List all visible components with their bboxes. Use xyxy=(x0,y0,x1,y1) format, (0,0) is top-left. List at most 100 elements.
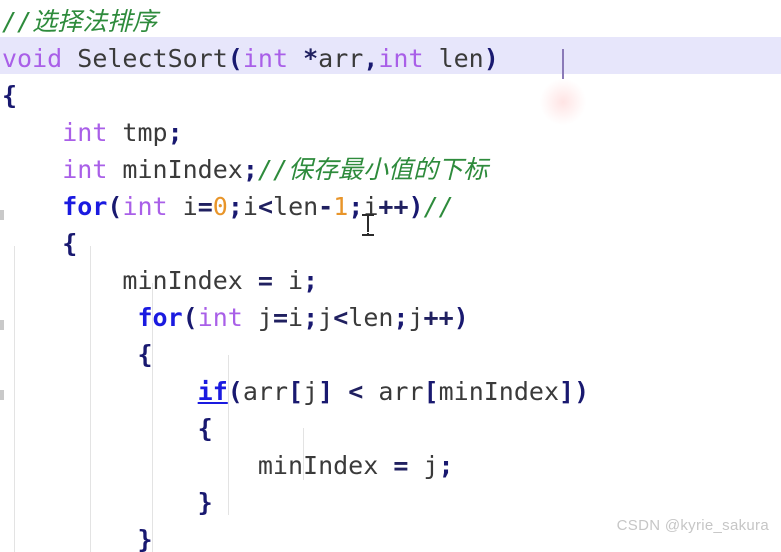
token-punct: ( xyxy=(227,377,243,406)
token-plain: j xyxy=(408,303,424,332)
code-line[interactable]: int minIndex;//保存最小值的下标 xyxy=(0,148,781,185)
token-plain: minIndex xyxy=(107,155,243,184)
token-plain: j xyxy=(303,377,319,406)
token-plain: j xyxy=(408,451,439,480)
token-op: = xyxy=(197,192,213,221)
code-line-text: minIndex = j; xyxy=(2,444,454,484)
token-punct: ] xyxy=(559,377,575,406)
code-line[interactable]: minIndex = j; xyxy=(0,444,781,481)
token-punct: ) xyxy=(574,377,590,406)
token-op: = xyxy=(393,451,409,480)
token-brace: { xyxy=(62,229,78,258)
code-line-text: { xyxy=(2,407,213,447)
code-line-text: for(int j=i;j<len;j++) xyxy=(2,296,469,336)
code-line[interactable]: for(int j=i;j<len;j++) xyxy=(0,296,781,333)
code-editor[interactable]: //选择法排序 void SelectSort(int *arr,int len)… xyxy=(0,0,781,552)
token-plain: i xyxy=(167,192,198,221)
token-punct: ( xyxy=(107,192,123,221)
token-brace: } xyxy=(137,525,153,552)
token-type: int xyxy=(62,155,108,184)
token-kw-u: if xyxy=(197,377,228,406)
token-punct: [ xyxy=(423,377,439,406)
code-line[interactable]: if(arr[j] < arr[minIndex]) xyxy=(0,370,781,407)
token-op: * xyxy=(303,44,319,73)
code-line[interactable]: { xyxy=(0,222,781,259)
token-punct: ] xyxy=(318,377,334,406)
token-plain: SelectSort xyxy=(62,44,228,73)
token-punct: ) xyxy=(408,192,424,221)
token-plain: minIndex xyxy=(438,377,560,406)
token-op: < xyxy=(348,377,364,406)
token-punct: ) xyxy=(453,303,469,332)
token-type: int xyxy=(378,44,424,73)
token-comment: // xyxy=(423,192,454,221)
code-line-text: for(int i=0;i<len-1;i++)// xyxy=(2,185,454,225)
text-caret xyxy=(562,49,564,79)
token-plain: arr xyxy=(318,44,364,73)
code-line[interactable]: { xyxy=(0,333,781,370)
token-plain: arr xyxy=(242,377,288,406)
token-punct: [ xyxy=(288,377,304,406)
token-punct: ( xyxy=(182,303,198,332)
code-line[interactable]: int tmp; xyxy=(0,111,781,148)
token-plain: i xyxy=(272,266,304,295)
token-num: 0 xyxy=(212,192,228,221)
code-line-text: { xyxy=(2,333,152,373)
token-num: 1 xyxy=(333,192,349,221)
token-punct: ; xyxy=(303,303,319,332)
token-kw: for xyxy=(62,192,108,221)
token-op: = xyxy=(272,303,289,332)
token-punct: ; xyxy=(303,266,319,295)
token-op: ++ xyxy=(423,303,454,332)
code-line[interactable]: minIndex = i; xyxy=(0,259,781,296)
token-op: < xyxy=(257,192,274,221)
code-line[interactable]: { xyxy=(0,74,781,111)
token-plain: arr xyxy=(363,377,424,406)
code-line-text: //选择法排序 xyxy=(2,0,157,40)
editor-gutter[interactable] xyxy=(0,0,4,552)
token-brace: { xyxy=(2,81,18,110)
token-punct: ; xyxy=(393,303,409,332)
code-content[interactable]: //选择法排序 void SelectSort(int *arr,int len)… xyxy=(0,0,781,552)
code-line[interactable]: { xyxy=(0,407,781,444)
code-line-text: { xyxy=(2,222,77,262)
token-type: int xyxy=(197,303,243,332)
code-line[interactable]: void SelectSort(int *arr,int len) xyxy=(0,37,781,74)
code-line-text: if(arr[j] < arr[minIndex]) xyxy=(2,370,589,410)
code-line-text: } xyxy=(2,481,213,521)
code-line-text: int tmp; xyxy=(2,111,182,151)
token-punct: ; xyxy=(227,192,243,221)
token-plain: j xyxy=(242,303,273,332)
gutter-change-mark xyxy=(0,210,4,220)
token-plain: minIndex xyxy=(2,451,394,480)
token-brace: { xyxy=(197,414,213,443)
gutter-change-mark xyxy=(0,390,4,400)
code-line-text: } xyxy=(2,518,153,552)
token-type: int xyxy=(242,44,289,73)
token-plain: j xyxy=(318,303,334,332)
code-line-text: void SelectSort(int *arr,int len) xyxy=(2,37,499,77)
mouse-ibeam-cursor xyxy=(362,212,374,238)
token-plain: minIndex xyxy=(2,266,258,295)
code-line-text: minIndex = i; xyxy=(2,259,318,299)
code-line[interactable]: //选择法排序 xyxy=(0,0,781,37)
token-plain: i xyxy=(288,303,304,332)
token-punct: ( xyxy=(227,44,243,73)
token-type: int xyxy=(122,192,168,221)
token-op: < xyxy=(333,303,349,332)
gutter-change-mark xyxy=(0,320,4,330)
token-punct: , xyxy=(363,44,379,73)
token-plain: len xyxy=(273,192,319,221)
code-line[interactable]: for(int i=0;i<len-1;i++)// xyxy=(0,185,781,222)
